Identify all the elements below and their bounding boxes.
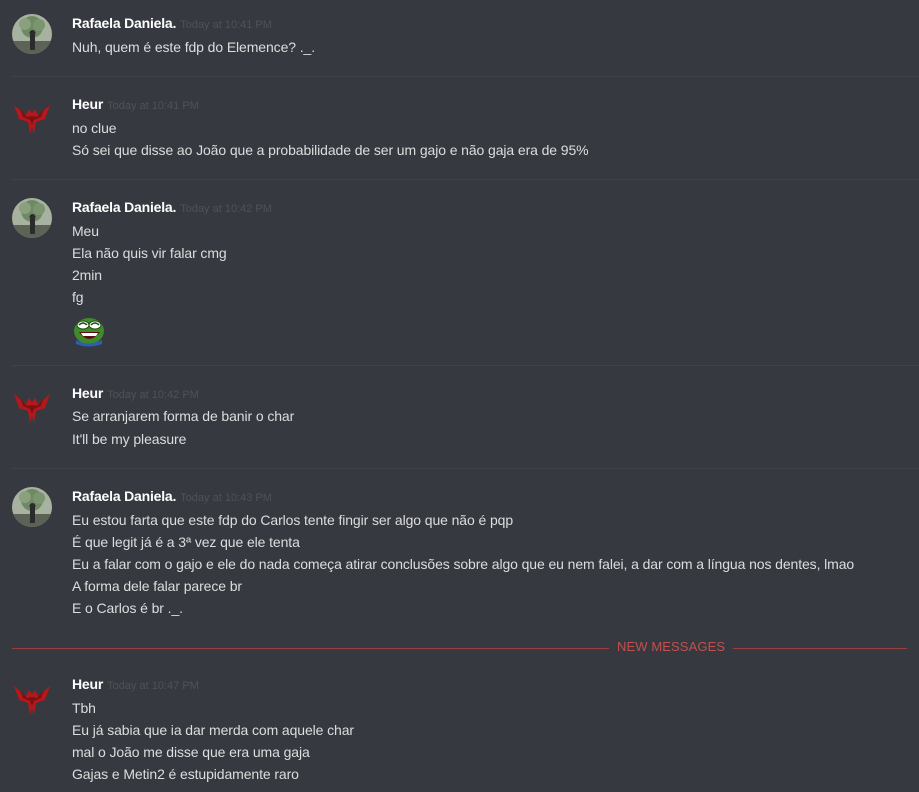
timestamp[interactable]: Today at 10:42 PM: [107, 389, 199, 401]
message-text: Nuh, quem é este fdp do Elemence? ._.: [72, 39, 316, 55]
message-divider: [12, 76, 919, 77]
message-text: É que legit já é a 3ª vez que ele tenta: [72, 534, 300, 550]
timestamp[interactable]: Today at 10:41 PM: [180, 19, 272, 31]
timestamp[interactable]: Today at 10:43 PM: [180, 492, 272, 504]
username[interactable]: Heur: [72, 385, 103, 401]
message-text: no clue: [72, 120, 117, 136]
username[interactable]: Rafaela Daniela.: [72, 15, 176, 31]
rafaela-avatar[interactable]: [12, 198, 52, 238]
username[interactable]: Heur: [72, 676, 103, 692]
message-text: It'll be my pleasure: [72, 431, 187, 447]
message-text: Ela não quis vir falar cmg: [72, 245, 227, 261]
message-header: Rafaela Daniela. Today at 10:43 PM: [72, 488, 272, 508]
message-header: Heur Today at 10:42 PM: [72, 385, 199, 405]
message-divider: [12, 365, 919, 366]
message-text: mal o João me disse que era uma gaja: [72, 744, 310, 760]
username[interactable]: Rafaela Daniela.: [72, 199, 176, 215]
chat-messages-area: Rafaela Daniela. Today at 10:41 PM Nuh, q…: [0, 0, 919, 792]
message-text: Se arranjarem forma de banir o char: [72, 408, 295, 424]
message-text: Eu estou farta que este fdp do Carlos te…: [72, 512, 514, 528]
message-text: fg: [72, 289, 84, 305]
heur-red-logo-avatar[interactable]: [12, 97, 52, 137]
message-text: E o Carlos é br ._.: [72, 600, 183, 616]
message-divider: [12, 468, 919, 469]
message-divider: [12, 179, 919, 180]
message-header: Heur Today at 10:47 PM: [72, 676, 199, 696]
timestamp[interactable]: Today at 10:47 PM: [107, 680, 199, 692]
message-text: Meu: [72, 223, 99, 239]
message-text: A forma dele falar parece br: [72, 578, 242, 594]
message-header: Rafaela Daniela. Today at 10:42 PM: [72, 199, 272, 219]
rafaela-avatar[interactable]: [12, 487, 52, 527]
message-text: Tbh: [72, 700, 96, 716]
new-messages-label: NEW MESSAGES: [609, 639, 734, 655]
username[interactable]: Heur: [72, 96, 103, 112]
message-text: Gajas e Metin2 é estupidamente raro: [72, 766, 299, 782]
rafaela-avatar[interactable]: [12, 14, 52, 54]
timestamp[interactable]: Today at 10:41 PM: [107, 100, 199, 112]
message-text: Eu a falar com o gajo e ele do nada come…: [72, 556, 855, 572]
message-text: 2min: [72, 267, 102, 283]
laughing-pepe-emoji[interactable]: [72, 313, 106, 347]
username[interactable]: Rafaela Daniela.: [72, 488, 176, 504]
heur-red-logo-avatar[interactable]: [12, 678, 52, 718]
message-text: Eu já sabia que ia dar merda com aquele …: [72, 722, 354, 738]
message-text: Só sei que disse ao João que a probabili…: [72, 142, 589, 158]
heur-red-logo-avatar[interactable]: [12, 386, 52, 426]
message-header: Rafaela Daniela. Today at 10:41 PM: [72, 15, 272, 35]
new-messages-divider: [12, 648, 907, 649]
message-header: Heur Today at 10:41 PM: [72, 96, 199, 116]
timestamp[interactable]: Today at 10:42 PM: [180, 203, 272, 215]
